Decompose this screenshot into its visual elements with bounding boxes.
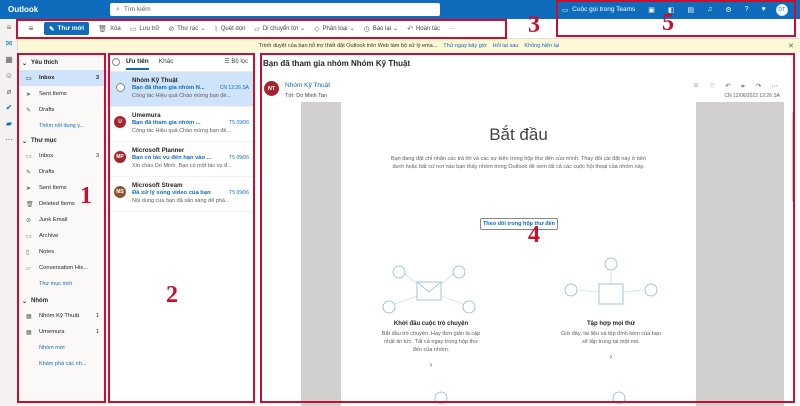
annotation-number-3: 3 (528, 12, 540, 38)
app-rail: ≡ ✉ ▦ ☺ ⌀ ✔ ▰ ⋯ (0, 19, 18, 406)
ask-later-link[interactable]: Hỏi lại sau (493, 43, 519, 49)
annotation-number-5: 5 (662, 10, 674, 36)
dont-show-link[interactable]: Không hiện lại (524, 43, 559, 49)
annotation-number-4: 4 (528, 222, 540, 248)
default-handler-infobar: Trình duyệt của bạn hỗ trợ thiết đặt Out… (18, 39, 800, 52)
annotation-number-2: 2 (166, 282, 178, 308)
search-placeholder: Tìm kiếm (123, 6, 151, 13)
annotation-box-1 (17, 53, 106, 403)
annotation-box-2 (108, 53, 255, 403)
more-apps-icon[interactable]: ⋯ (0, 131, 18, 147)
search-icon: ⌕ (116, 5, 120, 13)
todo-check-icon[interactable]: ✔ (0, 99, 18, 115)
annotation-box-3 (16, 19, 507, 39)
search-box[interactable]: ⌕ Tìm kiếm (110, 3, 440, 16)
try-now-link[interactable]: Thử ngay bây giờ (443, 43, 486, 49)
attach-icon[interactable]: ⌀ (0, 83, 18, 99)
annotation-number-1: 1 (80, 183, 92, 209)
infobar-text: Trình duyệt của bạn hỗ trợ thiết đặt Out… (258, 42, 438, 49)
people-icon[interactable]: ☺ (0, 67, 18, 83)
close-icon[interactable]: ✕ (788, 42, 794, 50)
annotation-box-5 (556, 0, 796, 37)
app-name[interactable]: Outlook (8, 5, 108, 14)
calendar-icon[interactable]: ▦ (0, 51, 18, 67)
word-icon[interactable]: ▰ (0, 115, 18, 131)
